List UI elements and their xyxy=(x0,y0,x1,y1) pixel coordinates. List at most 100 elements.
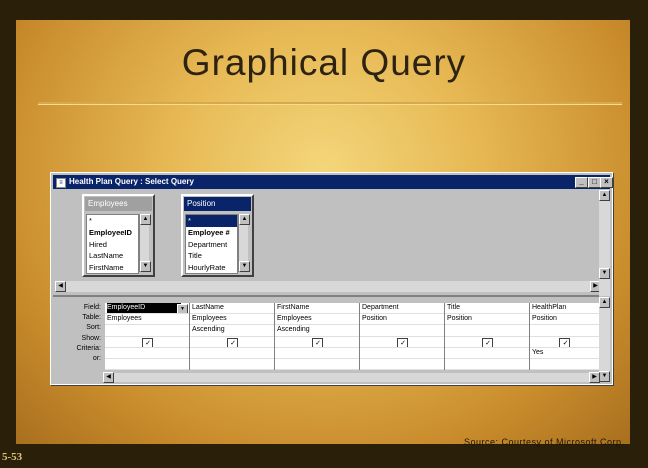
grid-field-value[interactable]: EmployeeID xyxy=(107,303,181,314)
grid-or-cell[interactable] xyxy=(530,359,599,371)
show-checkbox[interactable]: ✓ xyxy=(311,337,323,347)
grid-sort-cell[interactable]: Ascending xyxy=(275,325,359,337)
field-list-item[interactable]: * xyxy=(186,215,237,227)
row-label-sort: Sort: xyxy=(86,324,101,332)
grid-sort-cell[interactable]: Ascending xyxy=(190,325,274,337)
scroll-left-icon[interactable]: ◀ xyxy=(103,372,114,383)
grid-table-cell[interactable]: Position xyxy=(530,314,599,326)
show-checkbox[interactable]: ✓ xyxy=(226,337,238,347)
table-employees[interactable]: Employees * EmployeeID Hired LastName Fi… xyxy=(82,194,155,277)
field-list-item[interactable]: Title xyxy=(186,250,237,262)
grid-column-firstname[interactable]: FirstName Employees Ascending ✓ xyxy=(275,303,360,371)
employees-field-list[interactable]: * EmployeeID Hired LastName FirstName xyxy=(86,214,139,274)
row-label-field: Field: xyxy=(83,304,101,311)
grid-sort-cell[interactable] xyxy=(105,325,189,337)
grid-or-cell[interactable] xyxy=(275,359,359,371)
grid-criteria-cell[interactable] xyxy=(190,348,274,359)
table-pane[interactable]: Employees * EmployeeID Hired LastName Fi… xyxy=(53,190,601,296)
grid-column-department[interactable]: Department Position ✓ xyxy=(360,303,445,371)
grid-field-cell[interactable]: HealthPlan xyxy=(530,303,599,315)
grid-field-cell[interactable]: FirstName xyxy=(275,303,359,315)
table-employees-header[interactable]: Employees xyxy=(85,197,152,211)
scroll-left-icon[interactable]: ◀ xyxy=(55,281,66,292)
dropdown-arrow-icon[interactable]: ▼ xyxy=(177,304,188,314)
query-icon: ≡ xyxy=(56,178,66,188)
field-list-item[interactable]: EmployeeID xyxy=(87,227,138,239)
show-checkbox[interactable]: ✓ xyxy=(559,337,570,347)
minimize-button[interactable]: _ xyxy=(575,177,588,188)
show-checkbox[interactable]: ✓ xyxy=(141,337,153,347)
grid-criteria-cell[interactable] xyxy=(445,348,529,359)
grid-or-cell[interactable] xyxy=(190,359,274,371)
grid-column-healthplan[interactable]: HealthPlan Position ✓ Yes xyxy=(530,303,600,371)
design-grid[interactable]: Field: Table: Sort: Show: Criteria: or: … xyxy=(53,295,600,375)
field-list-item[interactable]: HourlyRate xyxy=(186,262,237,274)
field-list-item[interactable]: Department xyxy=(186,239,237,251)
grid-field-cell[interactable]: Title xyxy=(445,303,529,315)
row-label-criteria: Criteria: xyxy=(76,344,101,352)
field-list-item[interactable]: Hired xyxy=(87,239,138,251)
employees-scrollbar[interactable]: ▲ ▼ xyxy=(139,214,151,272)
grid-criteria-cell[interactable] xyxy=(275,348,359,359)
scroll-down-icon[interactable]: ▼ xyxy=(599,268,610,279)
grid-or-cell[interactable] xyxy=(445,359,529,371)
row-label-table: Table: xyxy=(82,314,101,322)
window-titlebar[interactable]: ≡ Health Plan Query : Select Query _ □ × xyxy=(53,175,613,189)
close-button[interactable]: × xyxy=(600,177,613,188)
grid-column-lastname[interactable]: LastName Employees Ascending ✓ xyxy=(190,303,275,371)
scroll-up-icon[interactable]: ▲ xyxy=(239,214,250,225)
grid-show-cell[interactable]: ✓ xyxy=(445,337,529,348)
scroll-up-icon[interactable]: ▲ xyxy=(599,297,610,308)
scroll-up-icon[interactable]: ▲ xyxy=(599,190,610,201)
slide-title: Graphical Query xyxy=(181,42,467,83)
field-list-item[interactable]: Employee # xyxy=(186,227,237,239)
grid-criteria-cell[interactable]: Yes xyxy=(530,348,599,359)
slide: Graphical Query ≡ Health Plan Query : Se… xyxy=(0,0,648,468)
table-pane-hscroll[interactable]: ◀ ▶ xyxy=(55,281,601,292)
position-field-list[interactable]: * Employee # Department Title HourlyRate xyxy=(185,214,238,274)
field-list-item[interactable]: FirstName xyxy=(87,262,138,274)
row-label-show: Show: xyxy=(81,334,101,342)
grid-or-cell[interactable] xyxy=(360,359,444,371)
grid-sort-cell[interactable] xyxy=(530,325,599,337)
position-scrollbar[interactable]: ▲ ▼ xyxy=(238,214,250,272)
table-position-header[interactable]: Position xyxy=(184,197,251,211)
grid-table-cell[interactable]: Employees xyxy=(105,314,189,326)
grid-criteria-cell[interactable] xyxy=(105,348,189,359)
grid-table-cell[interactable]: Position xyxy=(360,314,444,326)
grid-sort-cell[interactable] xyxy=(445,325,529,337)
table-pane-vscroll[interactable]: ▲ ▼ xyxy=(599,190,610,296)
scroll-down-icon[interactable]: ▼ xyxy=(239,261,250,272)
scroll-down-icon[interactable]: ▼ xyxy=(140,261,151,272)
source-caption: Source: Courtesy of Microsoft Corp. xyxy=(464,437,625,447)
grid-show-cell[interactable]: ✓ xyxy=(275,337,359,348)
grid-show-cell[interactable]: ✓ xyxy=(190,337,274,348)
grid-criteria-cell[interactable] xyxy=(360,348,444,359)
design-grid-vscroll[interactable]: ▲ ▼ xyxy=(599,297,610,382)
grid-field-cell[interactable]: EmployeeID ▼ xyxy=(105,303,189,315)
grid-column-title[interactable]: Title Position ✓ xyxy=(445,303,530,371)
scroll-up-icon[interactable]: ▲ xyxy=(140,214,151,225)
grid-show-cell[interactable]: ✓ xyxy=(530,337,599,348)
window-title: Health Plan Query : Select Query xyxy=(69,177,194,186)
grid-table-cell[interactable]: Employees xyxy=(190,314,274,326)
scroll-down-icon[interactable]: ▼ xyxy=(599,371,610,382)
grid-field-cell[interactable]: Department xyxy=(360,303,444,315)
grid-table-cell[interactable]: Position xyxy=(445,314,529,326)
grid-column-employeeid[interactable]: EmployeeID ▼ Employees ✓ xyxy=(105,303,190,371)
scroll-right-icon[interactable]: ▶ xyxy=(589,372,600,383)
field-list-item[interactable]: * xyxy=(87,215,138,227)
slide-number: 5-53 xyxy=(2,451,23,463)
grid-show-cell[interactable]: ✓ xyxy=(360,337,444,348)
table-position[interactable]: Position * Employee # Department Title H… xyxy=(181,194,254,277)
grid-sort-cell[interactable] xyxy=(360,325,444,337)
grid-or-cell[interactable] xyxy=(105,359,189,371)
grid-show-cell[interactable]: ✓ xyxy=(105,337,189,348)
query-window[interactable]: ≡ Health Plan Query : Select Query _ □ ×… xyxy=(50,172,613,385)
field-list-item[interactable]: LastName xyxy=(87,250,138,262)
grid-table-cell[interactable]: Employees xyxy=(275,314,359,326)
show-checkbox[interactable]: ✓ xyxy=(396,337,408,347)
grid-field-cell[interactable]: LastName xyxy=(190,303,274,315)
design-grid-hscroll[interactable]: ◀ ▶ xyxy=(103,372,600,383)
show-checkbox[interactable]: ✓ xyxy=(481,337,493,347)
